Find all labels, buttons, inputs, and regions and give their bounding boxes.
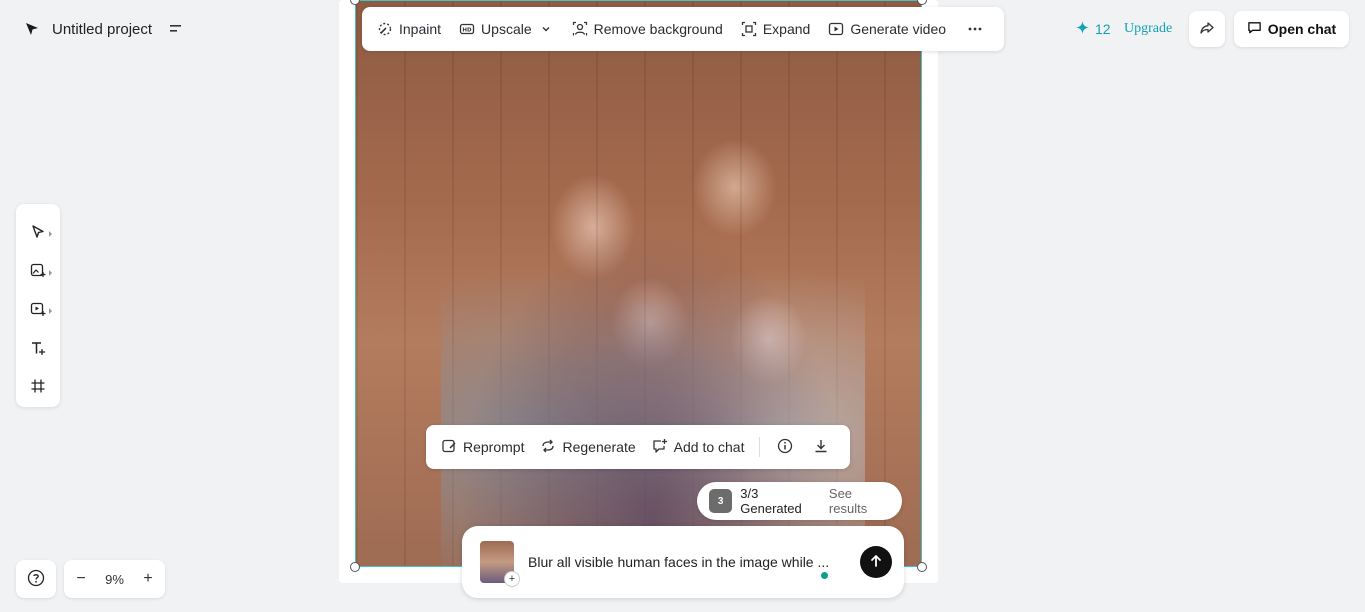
image-tool[interactable]: [20, 253, 56, 292]
generated-count-badge: 3: [709, 489, 733, 513]
chevron-down-icon: [538, 21, 554, 37]
zoom-out-button[interactable]: −: [74, 570, 88, 588]
see-results-link[interactable]: See results: [829, 486, 892, 516]
app-logo-icon[interactable]: [22, 19, 42, 39]
chat-prompt-text[interactable]: Blur all visible human faces in the imag…: [528, 554, 846, 570]
info-icon: [777, 438, 793, 457]
download-button[interactable]: [807, 433, 835, 461]
reprompt-button[interactable]: Reprompt: [434, 432, 531, 463]
add-video-icon: [30, 301, 46, 320]
select-tool[interactable]: [20, 214, 56, 253]
expand-icon: [741, 21, 757, 37]
attached-image-thumbnail[interactable]: +: [480, 541, 520, 587]
frame-icon: [30, 378, 46, 397]
help-button[interactable]: [16, 560, 56, 598]
toolbar-divider: [759, 437, 761, 457]
inpaint-button[interactable]: Inpaint: [370, 15, 448, 43]
credits-count: 12: [1095, 21, 1111, 37]
share-button[interactable]: [1189, 11, 1225, 47]
zoom-in-button[interactable]: +: [141, 570, 155, 588]
status-dot: [821, 572, 828, 579]
add-attachment-icon[interactable]: +: [504, 571, 520, 587]
generated-status-text: 3/3 Generated: [740, 486, 802, 516]
tools-panel: [16, 204, 60, 407]
resize-handle-bottom-left[interactable]: [350, 562, 360, 572]
frame-tool[interactable]: [20, 368, 56, 407]
generation-status[interactable]: 3 3/3 Generated See results: [697, 482, 902, 520]
credits-counter[interactable]: 12: [1076, 18, 1111, 40]
sparkle-icon: [1076, 21, 1089, 37]
text-tool[interactable]: [20, 330, 56, 369]
video-tool[interactable]: [20, 291, 56, 330]
regenerate-button[interactable]: Regenerate: [533, 432, 642, 463]
more-horizontal-icon: [967, 21, 983, 37]
expand-button[interactable]: Expand: [734, 15, 817, 43]
more-options-button[interactable]: [957, 15, 993, 43]
help-icon: [27, 569, 45, 590]
project-menu-icon[interactable]: [166, 19, 186, 39]
image-actions-toolbar: Inpaint HD Upscale Remove background Exp…: [362, 7, 1004, 51]
remove-background-button[interactable]: Remove background: [565, 15, 730, 43]
video-icon: [828, 21, 844, 37]
open-chat-label: Open chat: [1267, 21, 1337, 37]
inpaint-icon: [377, 21, 393, 37]
open-chat-button[interactable]: Open chat: [1234, 11, 1349, 47]
chat-input-box[interactable]: + Blur all visible human faces in the im…: [462, 526, 904, 598]
regenerate-icon: [540, 438, 556, 457]
reprompt-icon: [441, 438, 457, 457]
zoom-level[interactable]: 9%: [105, 572, 124, 587]
project-name[interactable]: Untitled project: [52, 21, 152, 38]
generate-video-button[interactable]: Generate video: [821, 15, 953, 43]
upgrade-link[interactable]: Upgrade: [1124, 18, 1172, 40]
info-button[interactable]: [771, 433, 799, 461]
hd-icon: HD: [459, 21, 475, 37]
download-icon: [813, 438, 829, 457]
add-image-icon: [30, 262, 46, 281]
arrow-up-icon: [869, 554, 883, 571]
send-button[interactable]: [860, 546, 892, 578]
add-to-chat-icon: [652, 438, 668, 457]
result-toolbar: Reprompt Regenerate Add to chat: [426, 425, 850, 469]
add-to-chat-button[interactable]: Add to chat: [645, 432, 752, 463]
share-icon: [1199, 20, 1215, 39]
upscale-button[interactable]: HD Upscale: [452, 15, 561, 43]
chat-bubble-icon: [1247, 20, 1262, 38]
cursor-icon: [30, 224, 46, 243]
remove-background-icon: [572, 21, 588, 37]
project-header: Untitled project: [22, 14, 186, 44]
svg-text:HD: HD: [462, 28, 472, 34]
zoom-control: − 9% +: [64, 560, 165, 598]
resize-handle-bottom-right[interactable]: [917, 562, 927, 572]
text-icon: [30, 340, 46, 359]
